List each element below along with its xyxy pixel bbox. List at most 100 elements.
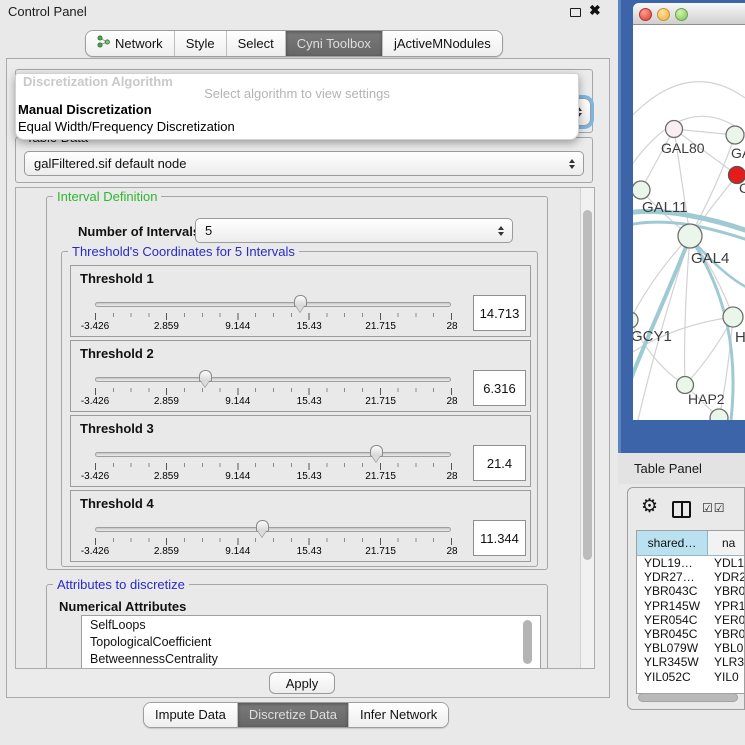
node-clipped-top-right[interactable] [726, 126, 744, 144]
slider-tick-labels: -3.4262.8599.14415.4321.71528 [95, 546, 452, 558]
threshold-slider-track[interactable] [95, 527, 451, 532]
tick-label: 2.859 [154, 546, 179, 557]
node-gal80[interactable] [666, 121, 683, 138]
table-data-group: Table Data galFiltered.sif default node [15, 137, 593, 183]
table-row[interactable]: YBR045CYBR0 [637, 627, 744, 641]
top-tab-bar: Network Style Select Cyni Toolbox jActiv… [85, 30, 503, 57]
tick-label: 2.859 [154, 321, 179, 332]
numerical-attributes-heading: Numerical Attributes [59, 599, 186, 614]
attribute-list-item[interactable]: SelfLoops [82, 616, 540, 633]
select-checkboxes-icon[interactable]: ☑☑ [702, 501, 726, 515]
tab-select[interactable]: Select [226, 31, 285, 56]
tab-style[interactable]: Style [174, 31, 226, 56]
table-row[interactable]: YBL079WYBL0 [637, 641, 744, 655]
close-icon[interactable]: ✖ [589, 2, 601, 19]
tab-impute-data[interactable]: Impute Data [144, 703, 237, 727]
threshold-slider-handle[interactable] [294, 295, 307, 307]
node-label: GAL11 [642, 199, 688, 216]
threshold-slider-handle[interactable] [256, 520, 269, 532]
network-window-titlebar[interactable] [633, 3, 745, 25]
tick-label: -3.426 [81, 471, 109, 482]
node-gal4[interactable] [678, 224, 702, 248]
tab-jactivemnodules[interactable]: jActiveMNodules [382, 31, 502, 56]
cell-shared-name[interactable]: YBR045C [637, 627, 708, 641]
tab-network[interactable]: Network [86, 31, 174, 56]
cell-name[interactable]: YLR3 [708, 655, 744, 669]
float-window-icon[interactable] [570, 8, 581, 17]
column-header-name[interactable]: na [708, 531, 744, 555]
threshold-value-field[interactable]: 11.344 [473, 520, 526, 556]
threshold-slider-handle[interactable] [199, 370, 212, 382]
minimize-traffic-light[interactable] [657, 8, 670, 21]
node-label: GAL80 [661, 140, 705, 156]
network-graph: GAL80 GA GAL11 C GAL4 GCY1 H HAP2 [633, 25, 745, 420]
cell-name[interactable]: YDL1 [708, 556, 744, 570]
zoom-traffic-light[interactable] [675, 8, 688, 21]
slider-tick-labels: -3.4262.8599.14415.4321.71528 [95, 321, 452, 333]
cell-name[interactable]: YBL0 [708, 641, 744, 655]
tick-label: 9.144 [225, 471, 250, 482]
scrollbar-thumb[interactable] [583, 210, 592, 560]
popup-option-manual-discretization[interactable]: Manual Discretization [18, 102, 152, 117]
tick-label: -3.426 [81, 546, 109, 557]
cell-shared-name[interactable]: YBR043C [637, 584, 708, 598]
column-header-shared-name[interactable]: shared… [637, 531, 708, 555]
table-row[interactable]: YER054CYER0 [637, 613, 744, 627]
number-of-intervals-combobox[interactable]: 5 [195, 218, 513, 243]
number-of-intervals-label: Number of Intervals [78, 224, 200, 239]
apply-button[interactable]: Apply [269, 672, 335, 694]
slider-tick-labels: -3.4262.8599.14415.4321.71528 [95, 471, 452, 483]
cell-shared-name[interactable]: YDL19… [637, 556, 708, 570]
network-canvas[interactable]: GAL80 GA GAL11 C GAL4 GCY1 H HAP2 [633, 25, 745, 420]
threshold-3-panel: Threshold 3 -3.4262.8599.14415.4321.7152… [70, 415, 531, 487]
cell-shared-name[interactable]: YPR145W [637, 599, 708, 613]
thresholds-group: Threshold's Coordinates for 5 Intervals … [61, 251, 538, 567]
cell-shared-name[interactable]: YLR345W [637, 655, 708, 669]
tick-label: -3.426 [81, 321, 109, 332]
table-data-combobox[interactable]: galFiltered.sif default node [24, 151, 584, 176]
table-row[interactable]: YPR145WYPR1 [637, 599, 744, 613]
attribute-list-item[interactable]: BetweennessCentrality [82, 650, 540, 667]
node-gcy1[interactable] [633, 312, 638, 328]
cell-name[interactable]: YBR0 [708, 584, 744, 598]
cell-name[interactable]: YER0 [708, 613, 744, 627]
close-traffic-light[interactable] [639, 8, 652, 21]
table-row[interactable]: YDL19…YDL1 [637, 556, 744, 570]
attribute-list-item[interactable]: TopologicalCoefficient [82, 633, 540, 650]
node-clipped-bottom[interactable] [710, 409, 728, 420]
table-row[interactable]: YDR27…YDR2 [637, 570, 744, 584]
node-gal11[interactable] [633, 181, 650, 199]
popup-option-equal-width-frequency[interactable]: Equal Width/Frequency Discretization [18, 119, 235, 134]
tick-label: -3.426 [81, 396, 109, 407]
threshold-value-field[interactable]: 21.4 [473, 445, 526, 481]
interval-definition-group: Interval Definition Number of Intervals … [46, 196, 548, 570]
cell-name[interactable]: YDR2 [708, 570, 744, 584]
columns-icon[interactable] [672, 501, 691, 518]
table-row[interactable]: YLR345WYLR3 [637, 655, 744, 669]
tab-cyni-toolbox[interactable]: Cyni Toolbox [285, 31, 382, 56]
threshold-value-field[interactable]: 6.316 [473, 370, 526, 406]
cell-name[interactable]: YPR1 [708, 599, 744, 613]
tab-infer-network[interactable]: Infer Network [348, 703, 448, 727]
gear-icon[interactable]: ⚙ [641, 497, 658, 516]
tab-discretize-data[interactable]: Discretize Data [237, 703, 348, 727]
scrollbar-track[interactable] [580, 188, 594, 669]
table-row[interactable]: YBR043CYBR0 [637, 584, 744, 598]
node-clipped-right[interactable] [723, 307, 743, 327]
tick-label: 15.43 [297, 471, 322, 482]
cell-shared-name[interactable]: YIL052C [637, 670, 708, 684]
tick-label: 21.715 [365, 396, 396, 407]
cell-shared-name[interactable]: YBL079W [637, 641, 708, 655]
cell-shared-name[interactable]: YER054C [637, 613, 708, 627]
threshold-slider-track[interactable] [95, 302, 451, 307]
threshold-slider-track[interactable] [95, 452, 451, 457]
threshold-value-field[interactable]: 14.713 [473, 295, 526, 331]
numerical-attributes-list[interactable]: SelfLoopsTopologicalCoefficientBetweenne… [81, 615, 541, 669]
cell-shared-name[interactable]: YDR27… [637, 570, 708, 584]
table-row[interactable]: YIL052CYIL0 [637, 670, 744, 684]
cell-name[interactable]: YIL0 [708, 670, 744, 684]
cell-name[interactable]: YBR0 [708, 627, 744, 641]
threshold-slider-handle[interactable] [370, 445, 383, 457]
threshold-slider-track[interactable] [95, 377, 451, 382]
horizontal-scrollbar[interactable] [638, 693, 738, 702]
